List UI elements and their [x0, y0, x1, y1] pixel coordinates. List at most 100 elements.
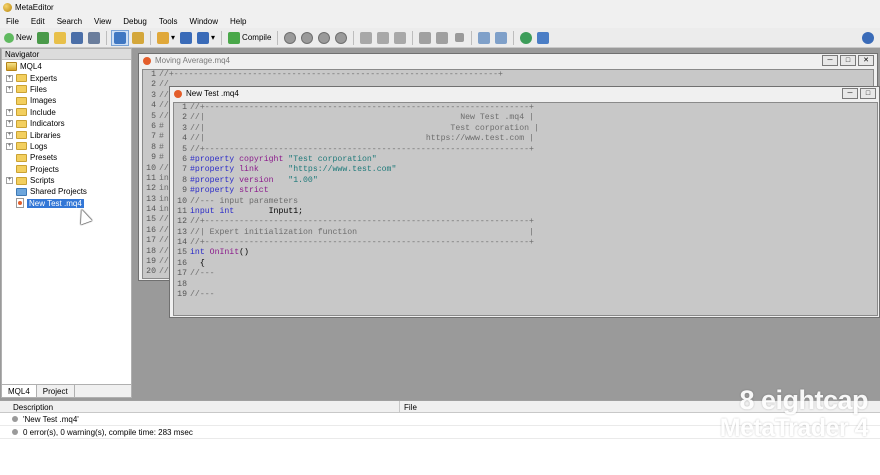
code-fragment: // — [159, 90, 169, 100]
step-over-button[interactable] — [375, 30, 391, 46]
new-button[interactable]: New — [2, 30, 34, 46]
code-line: 10//--- input parameters — [174, 197, 877, 207]
tree-item-libraries[interactable]: + Libraries — [2, 129, 131, 140]
toolbar-separator — [106, 30, 108, 45]
code-fragment: in — [159, 205, 169, 215]
menu-search[interactable]: Search — [51, 17, 88, 26]
navigator-header: Navigator — [2, 49, 131, 60]
menu-file[interactable]: File — [0, 17, 25, 26]
line-number: 18 — [177, 279, 187, 289]
maximize-button[interactable]: □ — [860, 88, 876, 99]
new-test-window[interactable]: New Test .mq4 ─ □ 1//+------------------… — [169, 86, 880, 318]
expand-icon[interactable]: + — [6, 131, 13, 139]
line-number: 16 — [177, 258, 187, 268]
new-document-button[interactable] — [35, 30, 51, 46]
close-button[interactable]: ✕ — [858, 55, 874, 66]
mql4-root-icon — [6, 62, 17, 72]
maximize-button[interactable]: □ — [840, 55, 856, 66]
file-column-header[interactable]: File — [400, 401, 421, 412]
tree-item-files[interactable]: + Files — [2, 84, 131, 95]
tree-item-presets[interactable]: Presets — [2, 152, 131, 163]
expand-icon[interactable]: + — [6, 142, 13, 150]
code-fragment: in — [159, 173, 169, 183]
code-fragment: // — [159, 246, 169, 256]
code-fragment: // — [159, 80, 169, 90]
menu-tools[interactable]: Tools — [153, 17, 184, 26]
menu-help[interactable]: Help — [224, 17, 252, 26]
info-icon — [12, 429, 18, 435]
toolbar: New ▾ ▾ Compile — [0, 28, 880, 48]
code-token: OnInit — [209, 248, 240, 258]
tree-item-logs[interactable]: + Logs — [2, 141, 131, 152]
expand-icon[interactable]: + — [6, 120, 13, 128]
code-token: //| https://www.test.com | — [190, 134, 534, 144]
expand-icon[interactable]: + — [6, 108, 13, 116]
stop-profiling-button[interactable] — [451, 30, 467, 46]
chart-button[interactable] — [535, 30, 551, 46]
functions-button[interactable]: ▾ — [195, 30, 217, 46]
expand-icon[interactable]: + — [6, 85, 13, 93]
app-title: MetaEditor — [15, 2, 54, 12]
menu-edit[interactable]: Edit — [25, 17, 51, 26]
save-all-button[interactable] — [86, 30, 102, 46]
step-into-button[interactable] — [358, 30, 374, 46]
tree-item-include[interactable]: + Include — [2, 107, 131, 118]
description-column-header[interactable]: Description — [0, 401, 400, 412]
tree-item-experts[interactable]: + Experts — [2, 72, 131, 83]
minimize-button[interactable]: ─ — [822, 55, 838, 66]
minimize-button[interactable]: ─ — [842, 88, 858, 99]
tree-root[interactable]: MQL4 — [2, 61, 131, 72]
expand-icon[interactable]: + — [6, 177, 13, 185]
navigator-toggle-button[interactable] — [111, 29, 130, 46]
code-token: "Test corporation" — [288, 154, 377, 164]
menu-window[interactable]: Window — [184, 17, 224, 26]
compile-button[interactable]: Compile — [226, 30, 273, 46]
menu-view[interactable]: View — [88, 17, 117, 26]
code-line: 7 #property link "https://www.test.com" — [174, 165, 877, 175]
navigator-panel: Navigator MQL4 + Experts + Files Images + Incl… — [1, 48, 132, 398]
toggle-breakpoint-button[interactable] — [417, 30, 433, 46]
tree-item-label: Shared Projects — [30, 187, 87, 197]
open-button[interactable] — [52, 30, 68, 46]
tree-item-projects[interactable]: Projects — [2, 164, 131, 175]
methods-button[interactable]: ▾ — [155, 30, 177, 46]
expand-icon[interactable]: + — [6, 74, 13, 82]
menu-debug[interactable]: Debug — [117, 17, 153, 26]
terminal-button[interactable] — [518, 30, 534, 46]
line-number: 19 — [146, 257, 156, 267]
pause-button[interactable] — [316, 30, 332, 46]
breakpoint-icon — [419, 31, 432, 44]
line-number: 6 — [182, 154, 187, 164]
tree-item-label: New Test .mq4 — [27, 198, 84, 208]
line-number: 13 — [146, 194, 156, 204]
add-document-icon — [37, 31, 50, 44]
variables-button[interactable] — [178, 30, 194, 46]
tree-item-scripts[interactable]: + Scripts — [2, 175, 131, 186]
line-number: 5 — [151, 111, 156, 121]
tab-mql4[interactable]: MQL4 — [2, 385, 37, 397]
code-token: //+-------------------------------------… — [190, 103, 534, 112]
toolbox-toggle-button[interactable] — [130, 30, 146, 46]
save-button[interactable] — [69, 30, 85, 46]
function-icon — [197, 31, 210, 44]
code-editor[interactable]: 1//+------------------------------------… — [173, 102, 878, 316]
tree-item-new-test-mq4[interactable]: New Test .mq4 — [2, 198, 131, 209]
step-out-button[interactable] — [392, 30, 408, 46]
tree-item-images[interactable]: Images — [2, 95, 131, 106]
tree-item-indicators[interactable]: + Indicators — [2, 118, 131, 129]
line-number: 5 — [182, 144, 187, 154]
stop-button[interactable] — [333, 30, 349, 46]
tree-item-shared-projects[interactable]: Shared Projects — [2, 186, 131, 197]
community-button[interactable] — [860, 30, 876, 46]
line-number: 13 — [177, 227, 187, 237]
code-token: //+-------------------------------------… — [190, 144, 534, 154]
copy-button[interactable] — [476, 30, 492, 46]
tab-project[interactable]: Project — [37, 385, 75, 397]
find-button[interactable] — [493, 30, 509, 46]
start-debug-history-button[interactable] — [299, 30, 315, 46]
remove-breakpoints-button[interactable] — [434, 30, 450, 46]
code-token: Input1; — [268, 206, 304, 216]
line-number: 1 — [151, 70, 156, 79]
code-token: int — [219, 206, 269, 216]
start-debug-button[interactable] — [282, 30, 298, 46]
